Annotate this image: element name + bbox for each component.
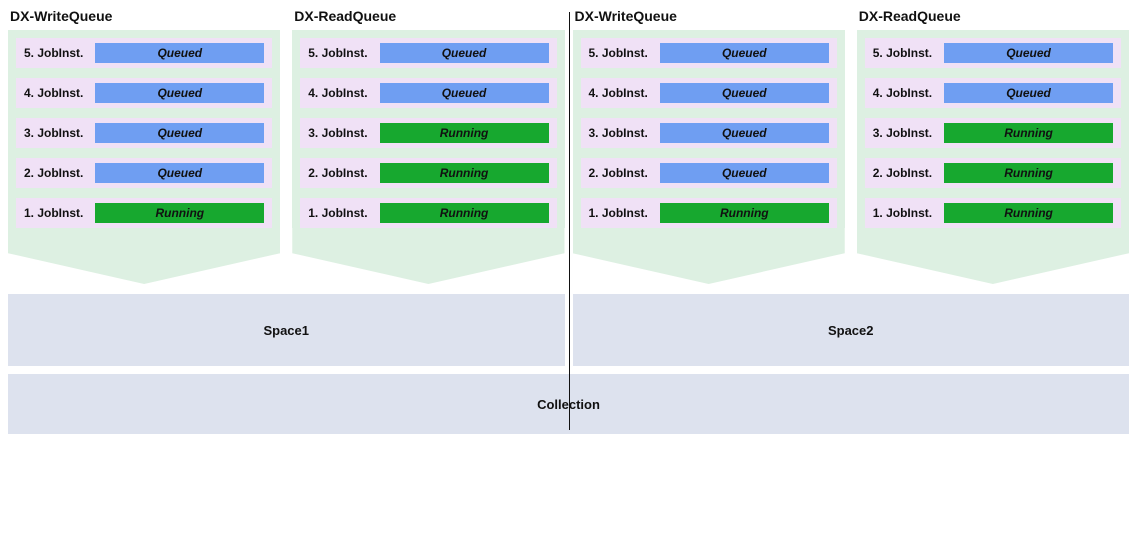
job-label: 1. JobInst. [589, 206, 660, 220]
space2-read-queue: DX-ReadQueue 5. JobInst.Queued 4. JobIns… [857, 8, 1129, 284]
job-row: 4. JobInst.Queued [16, 78, 272, 108]
queue-body: 5. JobInst.Queued 4. JobInst.Queued 3. J… [573, 30, 845, 228]
job-row: 5. JobInst.Queued [300, 38, 556, 68]
status-badge: Queued [660, 123, 829, 143]
job-label: 2. JobInst. [873, 166, 944, 180]
job-label: 4. JobInst. [308, 86, 379, 100]
job-label: 1. JobInst. [308, 206, 379, 220]
space2-box: Space2 [573, 294, 1130, 366]
status-badge: Running [95, 203, 264, 223]
job-label: 5. JobInst. [873, 46, 944, 60]
status-badge: Running [944, 163, 1113, 183]
job-label: 1. JobInst. [873, 206, 944, 220]
space2-queues: DX-WriteQueue 5. JobInst.Queued 4. JobIn… [573, 8, 1130, 284]
queue-arrow-icon [857, 228, 1129, 284]
status-badge: Running [380, 163, 549, 183]
job-label: 4. JobInst. [589, 86, 660, 100]
job-row: 4. JobInst.Queued [865, 78, 1121, 108]
status-badge: Queued [95, 43, 264, 63]
job-label: 5. JobInst. [24, 46, 95, 60]
vertical-divider [569, 12, 570, 430]
status-badge: Running [380, 203, 549, 223]
status-badge: Queued [944, 43, 1113, 63]
job-row: 1. JobInst.Running [581, 198, 837, 228]
job-row: 5. JobInst.Queued [581, 38, 837, 68]
job-row: 4. JobInst.Queued [300, 78, 556, 108]
job-row: 2. JobInst.Running [300, 158, 556, 188]
job-row: 3. JobInst.Queued [16, 118, 272, 148]
job-label: 3. JobInst. [589, 126, 660, 140]
space1-box: Space1 [8, 294, 565, 366]
space2-column: DX-WriteQueue 5. JobInst.Queued 4. JobIn… [573, 8, 1130, 366]
job-row: 5. JobInst.Queued [16, 38, 272, 68]
queue-body: 5. JobInst.Queued 4. JobInst.Queued 3. J… [292, 30, 564, 228]
status-badge: Queued [660, 43, 829, 63]
job-row: 2. JobInst.Queued [16, 158, 272, 188]
job-label: 3. JobInst. [308, 126, 379, 140]
status-badge: Running [944, 123, 1113, 143]
job-row: 2. JobInst.Queued [581, 158, 837, 188]
job-label: 3. JobInst. [873, 126, 944, 140]
job-label: 4. JobInst. [873, 86, 944, 100]
job-row: 1. JobInst.Running [300, 198, 556, 228]
job-row: 3. JobInst.Running [300, 118, 556, 148]
job-row: 1. JobInst.Running [16, 198, 272, 228]
status-badge: Queued [95, 123, 264, 143]
status-badge: Running [660, 203, 829, 223]
job-label: 1. JobInst. [24, 206, 95, 220]
space2-write-queue: DX-WriteQueue 5. JobInst.Queued 4. JobIn… [573, 8, 845, 284]
space1-queues: DX-WriteQueue 5. JobInst.Queued 4. JobIn… [8, 8, 565, 284]
space1-column: DX-WriteQueue 5. JobInst.Queued 4. JobIn… [8, 8, 565, 366]
status-badge: Queued [95, 163, 264, 183]
job-row: 3. JobInst.Queued [581, 118, 837, 148]
job-label: 2. JobInst. [24, 166, 95, 180]
space1-read-queue: DX-ReadQueue 5. JobInst.Queued 4. JobIns… [292, 8, 564, 284]
job-label: 5. JobInst. [589, 46, 660, 60]
queue-arrow-icon [292, 228, 564, 284]
status-badge: Queued [380, 43, 549, 63]
status-badge: Queued [944, 83, 1113, 103]
status-badge: Running [944, 203, 1113, 223]
job-label: 3. JobInst. [24, 126, 95, 140]
status-badge: Running [380, 123, 549, 143]
status-badge: Queued [95, 83, 264, 103]
queue-title: DX-ReadQueue [294, 8, 564, 24]
queue-body: 5. JobInst.Queued 4. JobInst.Queued 3. J… [8, 30, 280, 228]
job-row: 2. JobInst.Running [865, 158, 1121, 188]
job-row: 5. JobInst.Queued [865, 38, 1121, 68]
queue-title: DX-WriteQueue [575, 8, 845, 24]
job-label: 4. JobInst. [24, 86, 95, 100]
job-label: 5. JobInst. [308, 46, 379, 60]
job-row: 3. JobInst.Running [865, 118, 1121, 148]
queue-arrow-icon [8, 228, 280, 284]
status-badge: Queued [660, 83, 829, 103]
queue-body: 5. JobInst.Queued 4. JobInst.Queued 3. J… [857, 30, 1129, 228]
queue-title: DX-WriteQueue [10, 8, 280, 24]
space1-write-queue: DX-WriteQueue 5. JobInst.Queued 4. JobIn… [8, 8, 280, 284]
queue-title: DX-ReadQueue [859, 8, 1129, 24]
queue-arrow-icon [573, 228, 845, 284]
job-row: 4. JobInst.Queued [581, 78, 837, 108]
status-badge: Queued [380, 83, 549, 103]
job-label: 2. JobInst. [308, 166, 379, 180]
job-row: 1. JobInst.Running [865, 198, 1121, 228]
job-label: 2. JobInst. [589, 166, 660, 180]
status-badge: Queued [660, 163, 829, 183]
